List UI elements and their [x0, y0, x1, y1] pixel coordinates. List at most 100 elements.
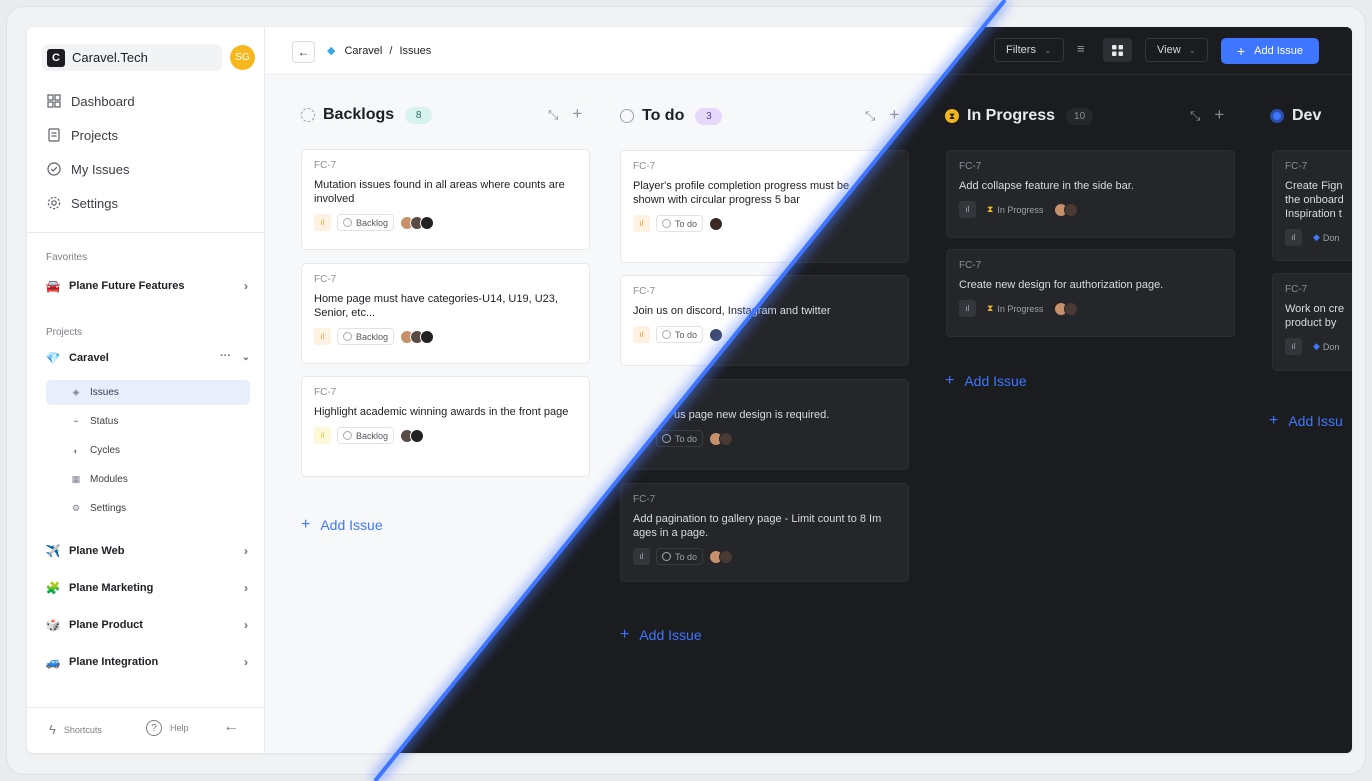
project-sub-status[interactable]: ⌁ Status [46, 409, 250, 434]
project-sub-issues[interactable]: ◈ Issues [46, 380, 250, 405]
avatar [420, 329, 435, 344]
puzzle-icon: 🧩 [45, 581, 61, 595]
project-plane-integration[interactable]: 🚙 Plane Integration › [45, 651, 253, 673]
state-icon [662, 330, 671, 339]
state-pill[interactable]: To do [656, 215, 704, 232]
shortcuts-label: Shortcuts [63, 724, 102, 735]
chevron-right-icon[interactable]: › [239, 655, 253, 669]
add-issue-label: Add Issue [320, 517, 383, 533]
contrast-icon: ◐ [73, 445, 79, 456]
minimize-icon[interactable]: ⤡ [865, 108, 875, 125]
chevron-right-icon[interactable]: › [239, 581, 253, 595]
shortcuts-button[interactable]: ϟ Shortcuts [49, 722, 102, 737]
priority-icon[interactable]: ıl [314, 214, 331, 231]
gem-icon: 💎 [45, 351, 61, 365]
priority-icon[interactable]: ıl [633, 326, 650, 343]
avatar [709, 327, 724, 342]
assignees[interactable] [400, 215, 435, 230]
priority-icon[interactable]: ıl [314, 427, 331, 444]
project-plane-marketing[interactable]: 🧩 Plane Marketing › [45, 577, 253, 599]
issue-card[interactable]: FC-7 Mutation issues found in all areas … [301, 149, 590, 250]
nav-dashboard[interactable]: Dashboard [46, 90, 135, 112]
car-icon: 🚙 [45, 655, 61, 669]
column-actions: ⤡ + [548, 104, 582, 124]
back-button[interactable]: ← [292, 41, 315, 63]
state-pill[interactable]: Backlog [337, 328, 395, 345]
column-title: Backlogs [323, 106, 395, 123]
issue-meta: ıl Backlog [314, 214, 577, 231]
workspace-switcher[interactable]: C Caravel.Tech [42, 44, 222, 71]
assignees[interactable] [400, 428, 425, 443]
more-icon[interactable]: ··· [220, 350, 231, 362]
avatar [709, 216, 724, 231]
help-button[interactable]: ? Help [146, 720, 189, 736]
state-label: To do [675, 329, 698, 340]
workspace-logo: C [47, 48, 65, 67]
user-avatar[interactable]: SG [230, 45, 255, 70]
state-label: Backlog [356, 331, 389, 342]
chevron-right-icon[interactable]: › [239, 618, 253, 632]
help-icon: ? [146, 720, 162, 736]
project-plane-product[interactable]: 🎲 Plane Product › [45, 614, 253, 636]
project-sub-cycles[interactable]: ◐ Cycles [46, 438, 250, 463]
column-header-backlogs: Backlogs 8 [301, 106, 433, 124]
assignees[interactable] [709, 327, 724, 342]
issue-meta: ıl To do [633, 215, 896, 232]
priority-icon[interactable]: ıl [314, 328, 331, 345]
projects-heading: Projects [46, 327, 83, 338]
plus-icon[interactable]: + [572, 104, 582, 124]
project-sub-modules[interactable]: ▦ Modules [46, 467, 250, 492]
priority-icon[interactable]: ıl [633, 215, 650, 232]
add-issue-backlogs[interactable]: + Add Issue [301, 516, 383, 534]
gem-icon: ◆ [327, 45, 336, 57]
chevron-right-icon[interactable]: › [239, 279, 253, 293]
project-label: Plane Marketing [69, 582, 154, 594]
dice-icon: 🎲 [45, 618, 61, 632]
state-pill[interactable]: Backlog [337, 427, 395, 444]
assignees[interactable] [709, 216, 724, 231]
breadcrumb-project[interactable]: Caravel [344, 45, 382, 57]
state-icon [343, 431, 352, 440]
assignees[interactable] [400, 329, 435, 344]
chevron-right-icon[interactable]: › [239, 544, 253, 558]
help-label: Help [170, 723, 189, 733]
column-title: To do [642, 107, 685, 124]
breadcrumb-page: Issues [399, 44, 432, 57]
project-label: Plane Product [69, 619, 143, 631]
issue-key: FC-7 [314, 387, 337, 398]
issue-key: FC-7 [633, 286, 656, 297]
collapse-sidebar-icon[interactable]: ← [223, 718, 239, 736]
sub-label: Settings [90, 503, 127, 514]
car-icon: 🚘 [45, 279, 61, 293]
nav-label: My Issues [71, 161, 130, 177]
nav-projects[interactable]: Projects [46, 124, 118, 146]
project-sub-settings[interactable]: ⚙ Settings [46, 496, 250, 521]
avatar [410, 428, 425, 443]
gear-icon: ⚙ [71, 503, 81, 513]
plus-icon[interactable]: + [889, 105, 899, 125]
favorite-item[interactable]: 🚘 Plane Future Features › [45, 275, 253, 297]
state-pill[interactable]: Backlog [337, 214, 395, 231]
nav-settings[interactable]: Settings [46, 192, 118, 214]
workspace-name: Caravel.Tech [72, 50, 148, 65]
project-plane-web[interactable]: ✈️ Plane Web › [45, 540, 253, 562]
column-count: 8 [405, 106, 433, 124]
issue-title: Join us on discord, Instagram and twitte… [633, 305, 831, 317]
issue-card[interactable]: FC-7 Highlight academic winning awards i… [301, 376, 590, 477]
project-label: Plane Web [69, 545, 125, 557]
minimize-icon[interactable]: ⤡ [548, 107, 558, 124]
issue-card[interactable]: FC-7 Player's profile completion progres… [620, 150, 909, 263]
nav-my-issues[interactable]: My Issues [46, 158, 130, 180]
state-label: To do [675, 218, 698, 229]
nav-label: Dashboard [71, 93, 135, 109]
project-label: Caravel [69, 352, 109, 364]
state-pill[interactable]: To do [656, 326, 704, 343]
issue-card[interactable]: FC-7 Join us on discord, Instagram and t… [620, 275, 909, 366]
issue-key: FC-7 [314, 274, 337, 285]
nav-label: Projects [71, 127, 118, 143]
issue-meta: ıl To do [633, 326, 896, 343]
pulse-icon: ⌁ [73, 416, 79, 426]
chevron-down-icon[interactable]: ⌄ [239, 351, 253, 365]
issue-card[interactable]: FC-7 Home page must have categories-U14,… [301, 263, 590, 364]
project-caravel[interactable]: 💎 Caravel ··· ⌄ [45, 347, 253, 369]
